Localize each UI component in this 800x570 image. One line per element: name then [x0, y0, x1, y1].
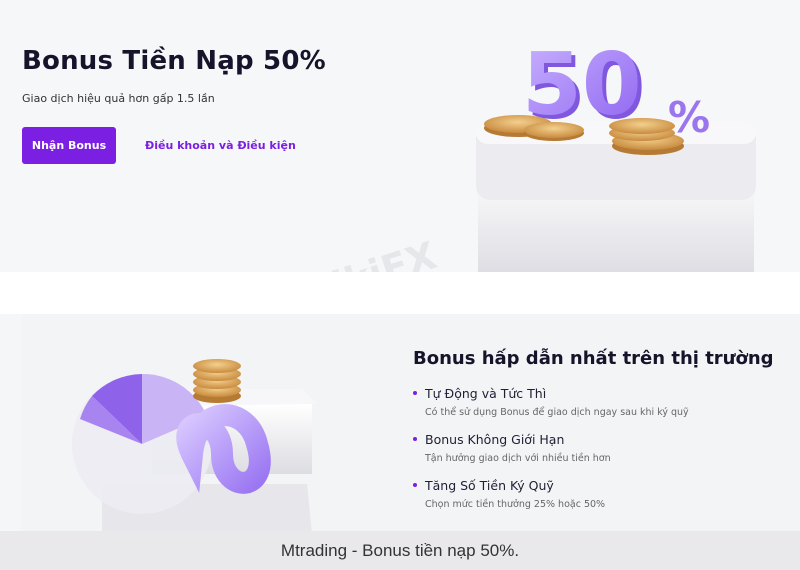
feature-heading: Tăng Số Tiền Ký Quỹ — [425, 478, 554, 493]
bullet-dot-icon — [413, 483, 417, 487]
feature-heading: Bonus Không Giới Hạn — [425, 432, 565, 447]
get-bonus-button[interactable]: Nhận Bonus — [22, 127, 116, 164]
hero-subtitle: Giao dịch hiệu quả hơn gấp 1.5 lần — [22, 92, 215, 105]
features-list: Tự Động và Tức Thì Có thể sử dụng Bonus … — [413, 386, 689, 524]
feature-item-unlimited: Bonus Không Giới Hạn Tận hưởng giao dịch… — [413, 432, 689, 464]
features-card: Bonus hấp dẫn nhất trên thị trường Tự Độ… — [22, 314, 800, 534]
fifty-percent-illustration: 50 50 % — [476, 35, 756, 272]
caption-bar: Mtrading - Bonus tiền nạp 50%. — [0, 531, 800, 570]
feature-item-deposit: Tăng Số Tiền Ký Quỹ Chọn mức tiền thưởng… — [413, 478, 689, 510]
hero-section: Bonus Tiền Nạp 50% Giao dịch hiệu quả hơ… — [0, 0, 800, 272]
art-fifty: 50 — [522, 35, 642, 135]
section-divider — [0, 272, 800, 314]
feature-heading: Tự Động và Tức Thì — [425, 386, 547, 401]
hero-title: Bonus Tiền Nạp 50% — [22, 46, 326, 76]
feature-description: Chọn mức tiền thưởng 25% hoặc 50% — [425, 499, 606, 510]
bullet-dot-icon — [413, 437, 417, 441]
bullet-dot-icon — [413, 391, 417, 395]
feature-item-auto: Tự Động và Tức Thì Có thể sử dụng Bonus … — [413, 386, 689, 418]
feature-description: Tận hưởng giao dịch với nhiều tiền hơn — [425, 453, 611, 464]
feature-description: Có thể sử dụng Bonus để giao dịch ngay s… — [425, 407, 689, 418]
features-title: Bonus hấp dẫn nhất trên thị trường — [413, 348, 774, 369]
art-percent: % — [668, 93, 710, 142]
terms-link[interactable]: Điều khoản và Điều kiện — [145, 139, 296, 152]
bonus-infinity-illustration — [72, 359, 317, 534]
caption-text: Mtrading - Bonus tiền nạp 50%. — [280, 540, 520, 560]
